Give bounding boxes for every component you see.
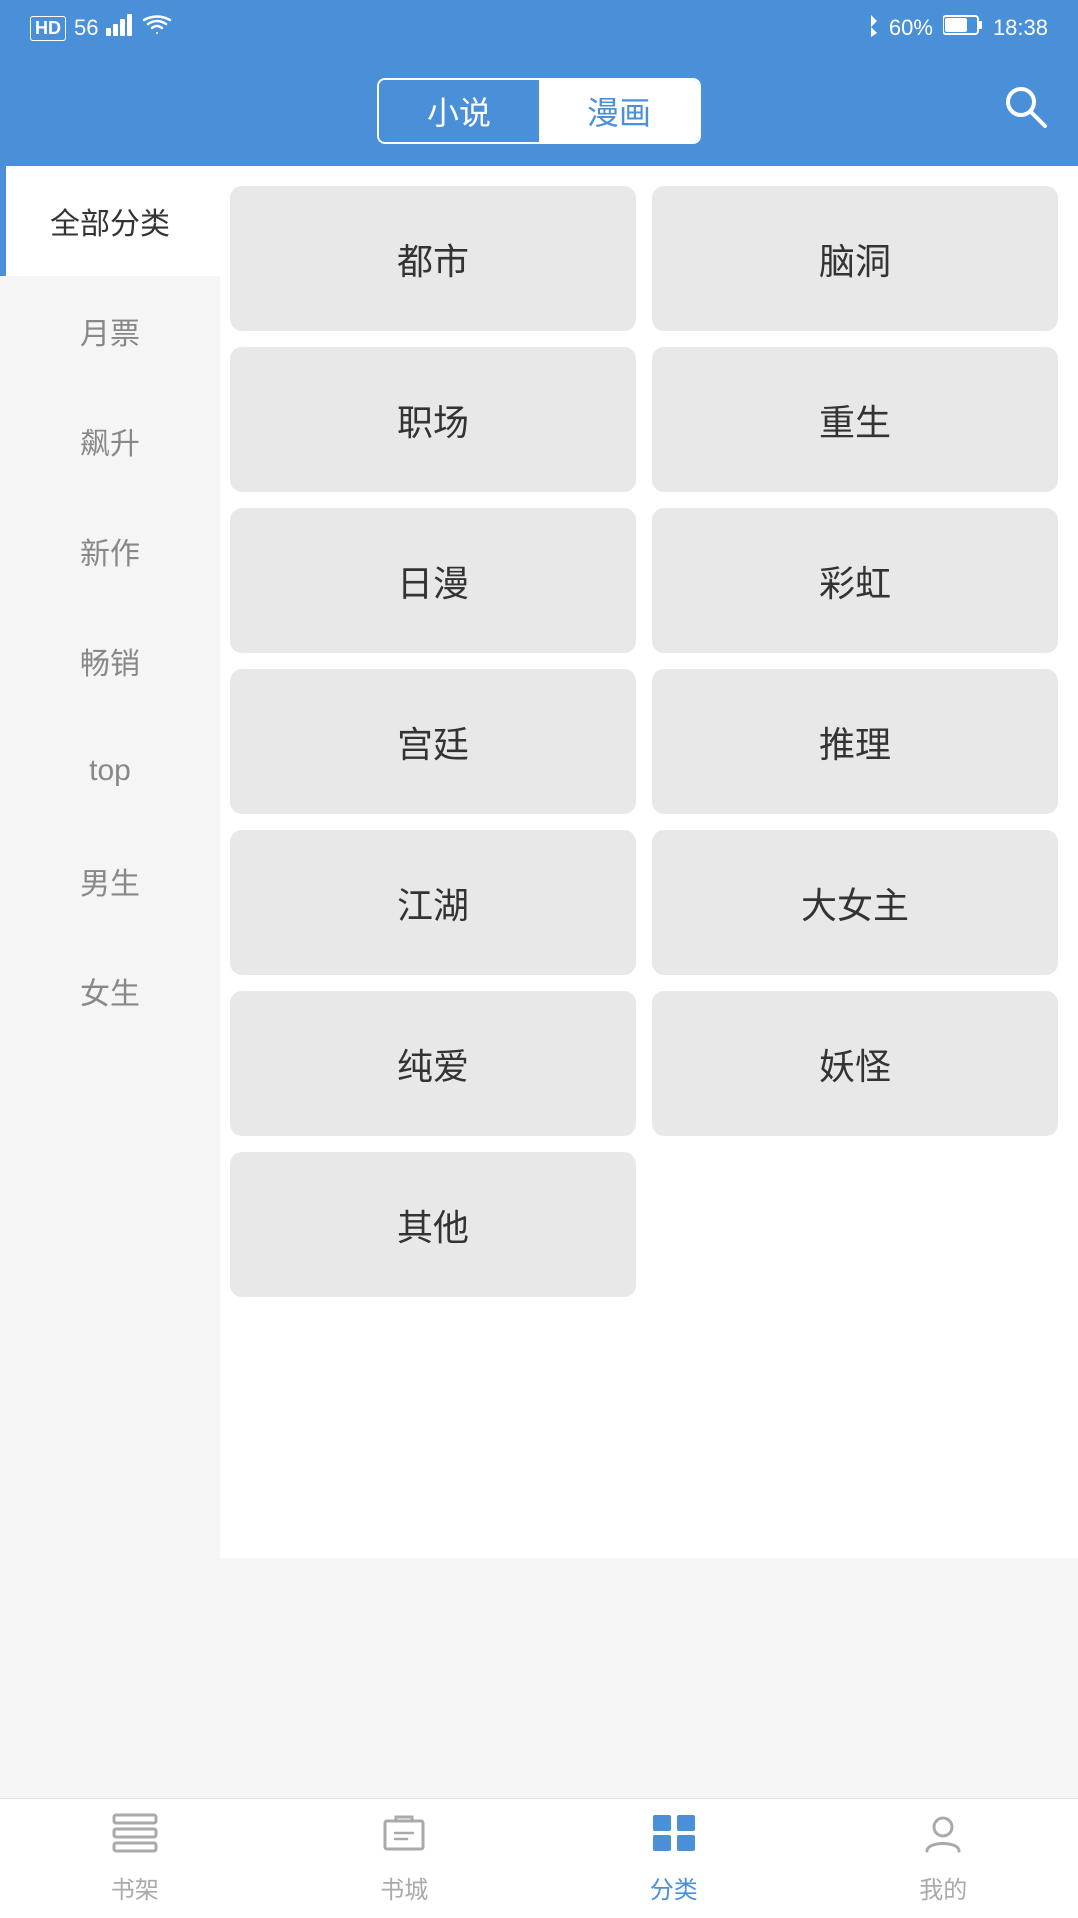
main-content: 全部分类 月票 飙升 新作 畅销 top 男生 女生 都市 脑洞 [0,166,1078,1558]
sidebar-item-bestseller[interactable]: 畅销 [0,606,220,716]
time-display: 18:38 [993,15,1048,41]
category-jianghu[interactable]: 江湖 [230,830,636,975]
category-qita[interactable]: 其他 [230,1152,636,1297]
sidebar-item-top[interactable]: top [0,716,220,826]
battery-percent: 60% [889,15,933,41]
category-dushi[interactable]: 都市 [230,186,636,331]
bookshelf-icon [112,1813,158,1864]
sidebar: 全部分类 月票 飙升 新作 畅销 top 男生 女生 [0,166,220,1558]
nav-bookcity-label: 书城 [380,1870,428,1905]
nav-category[interactable]: 分类 [539,1799,809,1918]
search-button[interactable] [1002,83,1048,139]
tab-manga[interactable]: 漫画 [539,80,699,142]
signal-icon [106,14,134,42]
signal-strength: 56 [74,15,98,41]
bottom-nav: 书架 书城 分类 [0,1798,1078,1918]
sidebar-item-newwork[interactable]: 新作 [0,496,220,606]
category-tuili[interactable]: 推理 [652,669,1058,814]
sidebar-item-female[interactable]: 女生 [0,936,220,1046]
bookcity-icon [381,1813,427,1864]
category-zhichang[interactable]: 职场 [230,347,636,492]
wifi-icon [142,14,172,42]
status-right: 60% 18:38 [863,13,1048,43]
nav-mine-label: 我的 [919,1870,967,1905]
sidebar-item-rising[interactable]: 飙升 [0,386,220,496]
category-yaoguai[interactable]: 妖怪 [652,991,1058,1136]
bluetooth-icon [863,13,879,43]
nav-bookshelf[interactable]: 书架 [0,1799,270,1918]
category-gongting[interactable]: 宫廷 [230,669,636,814]
sidebar-item-male[interactable]: 男生 [0,826,220,936]
sidebar-item-monthticket[interactable]: 月票 [0,276,220,386]
nav-mine[interactable]: 我的 [809,1799,1078,1918]
header: 小说 漫画 [0,56,1078,166]
category-chunai[interactable]: 纯爱 [230,991,636,1136]
category-caihong[interactable]: 彩虹 [652,508,1058,653]
nav-bookshelf-label: 书架 [111,1870,159,1905]
category-grid: 都市 脑洞 职场 重生 日漫 彩虹 宫廷 推理 江湖 大女主 纯爱 [220,166,1078,1558]
tab-group[interactable]: 小说 漫画 [377,78,701,144]
hd-badge: HD [30,16,66,41]
nav-category-label: 分类 [650,1870,698,1905]
category-riman[interactable]: 日漫 [230,508,636,653]
status-left: HD 56 [30,14,172,42]
nav-bookcity[interactable]: 书城 [270,1799,540,1918]
status-bar: HD 56 [0,0,1078,56]
mine-icon [923,1813,963,1864]
category-naodong[interactable]: 脑洞 [652,186,1058,331]
category-chongsheng[interactable]: 重生 [652,347,1058,492]
sidebar-item-allcategory[interactable]: 全部分类 [0,166,220,276]
battery-icon [943,14,983,42]
category-danvzhu[interactable]: 大女主 [652,830,1058,975]
category-icon [651,1813,697,1864]
tab-novel[interactable]: 小说 [379,80,539,142]
